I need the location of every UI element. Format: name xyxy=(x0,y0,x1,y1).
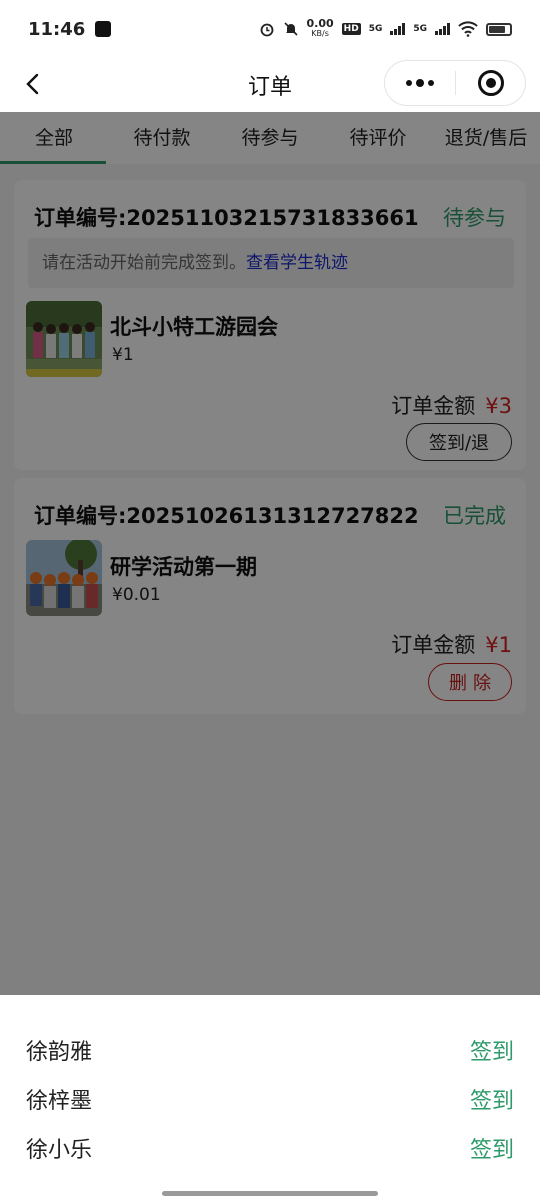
status-bar: 11:46 0.00 KB/s HD 5G 5G xyxy=(0,0,540,58)
signal-2-label: 5G xyxy=(413,24,427,34)
home-indicator[interactable] xyxy=(162,1191,378,1196)
student-checkin-button[interactable]: 签到 xyxy=(470,1034,514,1066)
mute-bell-icon xyxy=(283,22,298,36)
more-dots-icon[interactable] xyxy=(385,61,455,105)
signal-1-icon xyxy=(390,23,406,35)
tiktok-icon xyxy=(95,21,112,37)
modal-overlay[interactable] xyxy=(0,112,540,995)
hd-icon: HD xyxy=(341,23,361,35)
signal-1-label: 5G xyxy=(368,24,383,34)
wifi-icon xyxy=(458,21,478,37)
student-row: 徐韵雅 签到 xyxy=(0,1024,540,1073)
net-speed: 0.00 KB/s xyxy=(306,17,334,38)
student-checkin-button[interactable]: 签到 xyxy=(470,1083,514,1115)
student-row: 徐梓墨 签到 xyxy=(0,1073,540,1122)
student-row: 徐小乐 签到 xyxy=(0,1122,540,1171)
status-time: 11:46 xyxy=(28,18,86,40)
student-name: 徐韵雅 xyxy=(26,1040,93,1065)
student-name: 徐梓墨 xyxy=(26,1089,93,1114)
target-icon[interactable] xyxy=(456,70,525,96)
student-checkin-button[interactable]: 签到 xyxy=(470,1132,514,1164)
battery-icon xyxy=(486,22,512,36)
student-name: 徐小乐 xyxy=(26,1138,93,1163)
chevron-left-icon[interactable] xyxy=(22,72,46,96)
status-icons: 0.00 KB/s HD 5G 5G xyxy=(259,17,512,39)
signal-2-icon xyxy=(435,23,450,35)
nav-bar: 订单 xyxy=(0,58,540,112)
alarm-icon xyxy=(260,23,273,37)
miniprogram-capsule xyxy=(384,60,526,106)
page-title: 订单 xyxy=(247,75,292,100)
student-checkin-sheet: 徐韵雅 签到 徐梓墨 签到 徐小乐 签到 xyxy=(0,995,540,1200)
